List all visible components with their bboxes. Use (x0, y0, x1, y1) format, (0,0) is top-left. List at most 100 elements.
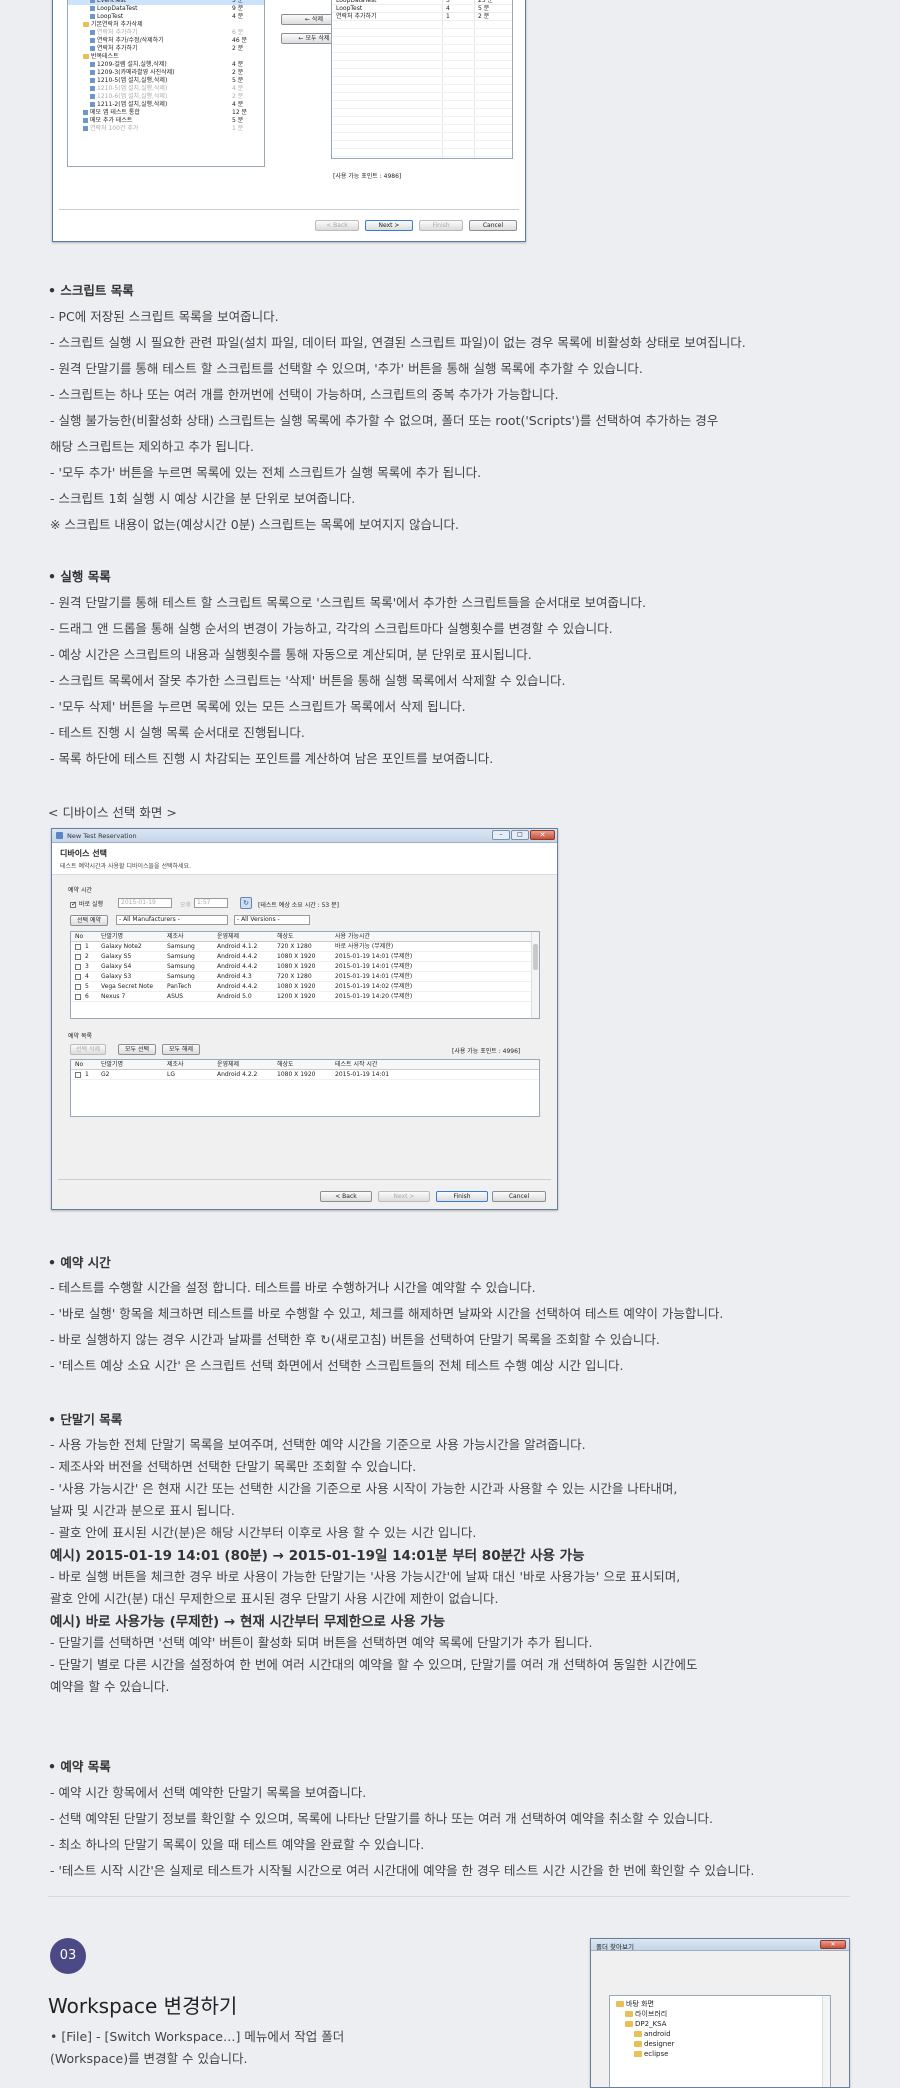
minimize-button[interactable]: – (492, 830, 510, 840)
reservation-points-label: [사용 가능 포인트 : 4996] (452, 1048, 521, 1055)
paragraph-line: - 스크립트 1회 실행 시 예상 시간을 분 단위로 보여줍니다. (50, 491, 356, 506)
script-icon (90, 62, 95, 67)
folder-icon (634, 2041, 642, 2047)
script-icon (90, 6, 95, 11)
paragraph-line: - 제조사와 버전을 선택하면 선택한 단말기 목록만 조회할 수 있습니다. (50, 1459, 417, 1474)
dialog-heading: 디바이스 선택 (60, 849, 107, 858)
column-header[interactable]: No (75, 933, 83, 941)
row-checkbox[interactable] (75, 954, 81, 960)
table-cell: 2 (85, 953, 89, 960)
manufacturer-select[interactable]: - All Manufacturers - (116, 915, 228, 925)
divider (48, 1896, 850, 1897)
column-header[interactable]: 단말기명 (101, 1061, 123, 1069)
expected-time-label: [테스트 예상 소요 시간 : 53 분] (258, 902, 339, 909)
run-list-name: LoopTest (336, 5, 363, 12)
reservation-table[interactable]: No 단말기명 제조사 운영체제 해상도 테스트 시작 시간 1 G2 LG Android 4.… (70, 1059, 540, 1117)
table-cell: 6 (85, 993, 89, 1000)
paragraph-line: 예약을 할 수 있습니다. (50, 1679, 170, 1694)
paragraph-line: - 스크립트 실행 시 필요한 관련 파일(설치 파일, 데이터 파일, 연결된… (50, 335, 746, 350)
folder-item[interactable]: DP2_KSA (610, 2019, 667, 2029)
run-list-runs: 4 (446, 5, 450, 12)
folder-tree[interactable]: 바탕 화면 라이브러리 DP2_KSA android designer eclipse (609, 1995, 831, 2087)
tree-item[interactable]: 기본연락처 추가삭제 (68, 21, 264, 29)
device-table-scrollbar[interactable] (531, 932, 539, 1018)
time-picker[interactable]: 1:57 (194, 898, 228, 908)
date-picker[interactable]: 2015-01-19 (118, 898, 172, 908)
back-button-2[interactable]: < Back (320, 1191, 372, 1202)
cancel-button[interactable]: Cancel (469, 220, 517, 231)
script-icon (90, 78, 95, 83)
column-header[interactable]: 운영체제 (217, 1061, 239, 1069)
finish-button-2[interactable]: Finish (436, 1191, 488, 1202)
table-cell: LG (167, 1071, 175, 1078)
cancel-button-2[interactable]: Cancel (492, 1191, 546, 1202)
table-cell: 1 (85, 943, 89, 950)
folder-item[interactable]: 바탕 화면 (610, 1999, 654, 2009)
folder-item[interactable]: android (610, 2029, 671, 2039)
paragraph-line: - 괄호 안에 표시된 시간(분)은 해당 시간부터 이후로 사용 할 수 있는… (50, 1525, 477, 1540)
table-cell: 3 (85, 963, 89, 970)
maximize-button[interactable]: □ (511, 830, 529, 840)
cancel-selected-button[interactable]: 선택 삭제 (70, 1044, 106, 1055)
column-header[interactable]: 제조사 (167, 1061, 184, 1069)
paragraph-line: - '테스트 예상 소요 시간' 은 스크립트 선택 화면에서 선택한 스크립트… (50, 1358, 624, 1373)
folder-icon (83, 54, 89, 59)
paragraph-line: - 드래그 앤 드롭을 통해 실행 순서의 변경이 가능하고, 각각의 스크립트… (50, 621, 613, 636)
run-list-empty-row (332, 133, 512, 141)
script-tree[interactable]: EventTest 5 분 LoopDataTest 9 분 LoopTest 4 분 기본… (67, 0, 265, 167)
column-header[interactable]: 해상도 (277, 933, 294, 941)
table-cell: 720 X 1280 (277, 943, 312, 950)
folder-icon (625, 2011, 633, 2017)
close-button[interactable]: ✕ (530, 830, 555, 840)
select-reserve-button[interactable]: 선택 예약 (70, 915, 108, 926)
paragraph-line: - '테스트 시작 시간'은 실제로 테스트가 시작될 시간으로 여러 시간대에… (50, 1863, 755, 1878)
column-header[interactable]: 단말기명 (101, 933, 123, 941)
column-header[interactable]: 운영체제 (217, 933, 239, 941)
row-checkbox[interactable] (75, 974, 81, 980)
column-header[interactable]: 테스트 시작 시간 (335, 1061, 377, 1069)
paragraph-line: 날짜 및 시간과 분으로 표시 됩니다. (50, 1503, 235, 1518)
row-checkbox[interactable] (75, 984, 81, 990)
column-header[interactable]: 사용 가능시간 (335, 933, 370, 941)
folder-item[interactable]: designer (610, 2039, 674, 2049)
folder-dialog-close-button[interactable]: ✕ (820, 1940, 846, 1949)
script-icon (90, 94, 95, 99)
run-now-checkbox[interactable]: ✓ 바로 실행 (70, 899, 103, 908)
deselect-all-button[interactable]: 모두 해제 (162, 1044, 200, 1055)
next-button[interactable]: Next > (365, 220, 413, 231)
back-button[interactable]: < Back (315, 220, 359, 231)
select-all-button[interactable]: 모두 선택 (118, 1044, 156, 1055)
tree-item-label: 1210-5(앱 설치,실행,삭제) (97, 77, 168, 84)
folder-item[interactable]: 라이브러리 (610, 2009, 667, 2019)
table-cell: 2015-01-19 14:20 (무제한) (335, 993, 413, 1000)
section-title-device-list: • 단말기 목록 (48, 1412, 123, 1427)
version-select[interactable]: - All Versions - (234, 915, 310, 925)
next-button-2[interactable]: Next > (378, 1191, 430, 1202)
table-cell: Galaxy S3 (101, 973, 132, 980)
paragraph-line: 예시) 2015-01-19 14:01 (80분) → 2015-01-19일… (50, 1548, 585, 1564)
finish-button[interactable]: Finish (419, 220, 463, 231)
row-checkbox[interactable] (75, 944, 81, 950)
device-screen-caption: < 디바이스 선택 화면 > (48, 805, 177, 820)
folder-item[interactable]: eclipse (610, 2049, 668, 2059)
ampm-label: 오후 (180, 902, 192, 909)
folder-item-label: eclipse (644, 2050, 669, 2058)
tree-item[interactable]: 반복테스트 (68, 53, 264, 61)
script-icon (90, 0, 95, 3)
column-header[interactable]: 제조사 (167, 933, 184, 941)
run-list[interactable]: LoopDataTest 3 25 분 LoopTest 4 5 분 연락처 추가하기 1 2 … (331, 0, 513, 159)
refresh-button[interactable]: ↻ (240, 897, 252, 909)
column-header[interactable]: No (75, 1061, 83, 1069)
script-icon (90, 86, 95, 91)
row-checkbox[interactable] (75, 994, 81, 1000)
folder-tree-scrollbar[interactable] (822, 1996, 830, 2087)
paragraph-line: - 실행 불가능한(비활성화 상태) 스크립트는 실행 목록에 추가할 수 없으… (50, 413, 719, 428)
paragraph-line: - 스크립트 목록에서 잘못 추가한 스크립트는 '삭제' 버튼을 통해 실행 … (50, 673, 566, 688)
column-header[interactable]: 해상도 (277, 1061, 294, 1069)
row-checkbox[interactable] (75, 1072, 81, 1078)
table-header (71, 932, 539, 942)
row-checkbox[interactable] (75, 964, 81, 970)
device-table[interactable]: No 단말기명 제조사 운영체제 해상도 사용 가능시간 1 Galaxy Note2 Sams… (70, 931, 540, 1019)
section-title-reserve-time: • 예약 시간 (48, 1255, 111, 1270)
run-list-empty-row (332, 29, 512, 37)
